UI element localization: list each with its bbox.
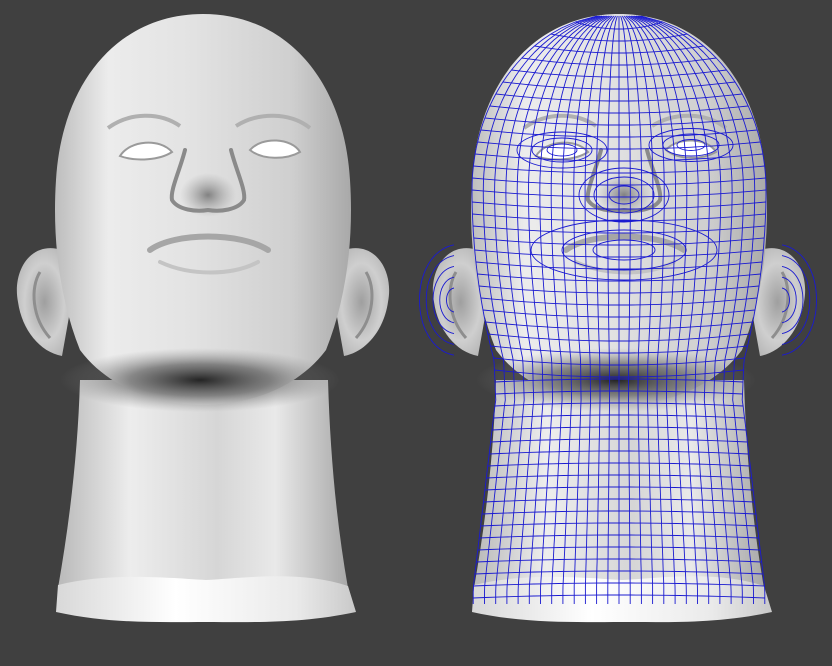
- 3d-viewport[interactable]: [0, 0, 832, 666]
- scene-canvas[interactable]: [0, 0, 832, 666]
- wireframe-shaded-head: [419, 14, 817, 622]
- smooth-shaded-head: [17, 14, 389, 622]
